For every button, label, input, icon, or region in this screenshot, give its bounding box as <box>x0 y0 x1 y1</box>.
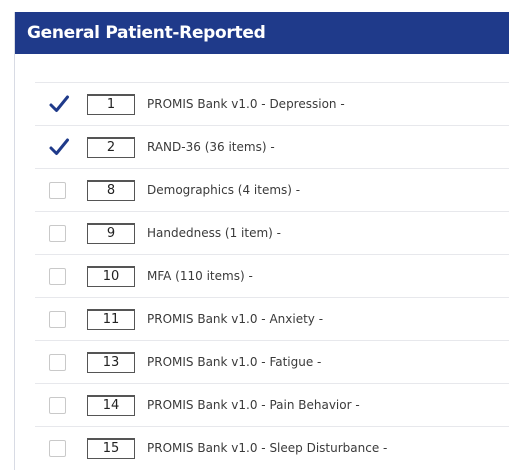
instrument-label: PROMIS Bank v1.0 - Fatigue - <box>147 355 322 369</box>
general-patient-reported-panel: General Patient-Reported 1 PROMIS Bank v… <box>14 12 509 470</box>
instrument-checkbox[interactable] <box>49 181 66 199</box>
order-input[interactable]: 9 <box>87 222 135 244</box>
instrument-checkbox[interactable] <box>49 95 69 113</box>
order-input[interactable]: 2 <box>87 136 135 158</box>
instrument-row: 1 PROMIS Bank v1.0 - Depression - <box>35 82 509 125</box>
order-input[interactable]: 15 <box>87 437 135 459</box>
panel-title: General Patient-Reported <box>27 23 266 43</box>
instrument-row: 9 Handedness (1 item) - <box>35 211 509 254</box>
instrument-label: PROMIS Bank v1.0 - Sleep Disturbance - <box>147 441 388 455</box>
instrument-label: PROMIS Bank v1.0 - Depression - <box>147 97 345 111</box>
instrument-checkbox[interactable] <box>49 267 66 285</box>
order-input[interactable]: 13 <box>87 351 135 373</box>
instrument-label: PROMIS Bank v1.0 - Anxiety - <box>147 312 324 326</box>
order-input[interactable]: 11 <box>87 308 135 330</box>
order-input[interactable]: 1 <box>87 93 135 115</box>
instrument-checkbox[interactable] <box>49 353 66 371</box>
instrument-checkbox[interactable] <box>49 310 66 328</box>
order-input[interactable]: 14 <box>87 394 135 416</box>
instrument-checkbox[interactable] <box>49 396 66 414</box>
instrument-row: 11 PROMIS Bank v1.0 - Anxiety - <box>35 297 509 340</box>
order-input[interactable]: 8 <box>87 179 135 201</box>
instrument-label: Demographics (4 items) - <box>147 183 301 197</box>
instrument-label: Handedness (1 item) - <box>147 226 281 240</box>
instrument-label: RAND-36 (36 items) - <box>147 140 275 154</box>
instrument-row: 14 PROMIS Bank v1.0 - Pain Behavior - <box>35 383 509 426</box>
checkmark-icon <box>49 95 69 112</box>
instrument-list: 1 PROMIS Bank v1.0 - Depression - 2 RAND… <box>35 82 509 469</box>
instrument-row: 15 PROMIS Bank v1.0 - Sleep Disturbance … <box>35 426 509 469</box>
instrument-label: MFA (110 items) - <box>147 269 253 283</box>
order-input[interactable]: 10 <box>87 265 135 287</box>
instrument-row: 13 PROMIS Bank v1.0 - Fatigue - <box>35 340 509 383</box>
checkmark-icon <box>49 138 69 155</box>
instrument-label: PROMIS Bank v1.0 - Pain Behavior - <box>147 398 360 412</box>
instrument-row: 8 Demographics (4 items) - <box>35 168 509 211</box>
instrument-checkbox[interactable] <box>49 224 66 242</box>
instrument-row: 2 RAND-36 (36 items) - <box>35 125 509 168</box>
instrument-checkbox[interactable] <box>49 138 69 156</box>
panel-header: General Patient-Reported <box>15 12 509 54</box>
instrument-row: 10 MFA (110 items) - <box>35 254 509 297</box>
instrument-checkbox[interactable] <box>49 439 66 457</box>
